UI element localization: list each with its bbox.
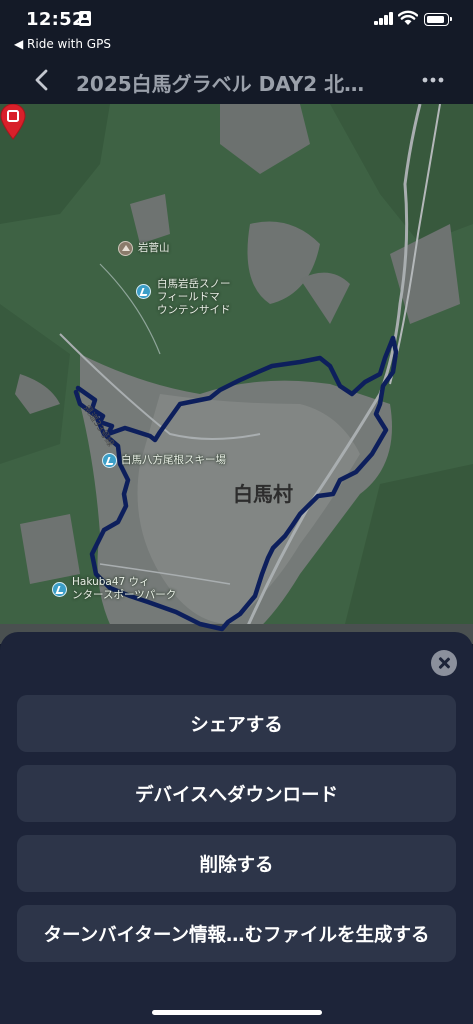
action-sheet: シェアする デバイスへダウンロード 削除する ターンバイターン情報…むファイルを… [0,632,473,1024]
ski-area-icon [136,284,151,299]
navigation-bar: 2025白馬グラベル DAY2 北… [0,56,473,104]
route-map[interactable]: 岩菅山 白馬岩岳スノー フィールドマ ウンテンサイド 県道33号線 白馬八方尾根… [0,104,473,644]
map-label-village: 白馬村 [233,482,293,506]
chevron-left-icon[interactable] [28,66,56,94]
ski-area-icon [52,582,67,597]
poi-1-line-3: ウンテンサイド [157,304,231,316]
home-indicator[interactable] [152,1010,322,1015]
ski-area-icon [102,453,117,468]
download-to-device-button[interactable]: デバイスへダウンロード [17,765,456,822]
back-to-app-link[interactable]: ◀ Ride with GPS [14,37,111,51]
map-label-poi-1: 白馬岩岳スノー フィールドマ ウンテンサイド [157,278,231,317]
delete-button[interactable]: 削除する [17,835,456,892]
mountain-icon [118,241,133,256]
cellular-signal-icon [374,12,394,25]
page-title: 2025白馬グラベル DAY2 北… [76,72,365,96]
more-horizontal-icon[interactable] [418,66,448,94]
status-bar: 12:52 ◀ Ride with GPS [0,0,473,56]
poi-1-line-1: 白馬岩岳スノー [157,278,231,290]
id-card-icon [79,11,91,26]
map-label-poi-3: Hakuba47 ウィ ンタースポーツパーク [72,576,176,602]
poi-3-line-1: Hakuba47 ウィ [72,576,150,588]
close-icon[interactable] [431,650,457,676]
map-canvas [0,104,473,644]
share-button[interactable]: シェアする [17,695,456,752]
map-label-poi-2: 白馬八方尾根スキー場 [121,454,226,466]
poi-3-line-2: ンタースポーツパーク [72,589,177,601]
battery-icon [424,13,452,26]
map-label-mountain: 岩菅山 [138,242,170,254]
status-time: 12:52 [26,9,85,30]
poi-1-line-2: フィールドマ [157,291,220,303]
generate-turn-by-turn-file-button[interactable]: ターンバイターン情報…むファイルを生成する [17,905,456,962]
wifi-icon [398,10,418,25]
map-pin-icon[interactable] [0,104,26,140]
